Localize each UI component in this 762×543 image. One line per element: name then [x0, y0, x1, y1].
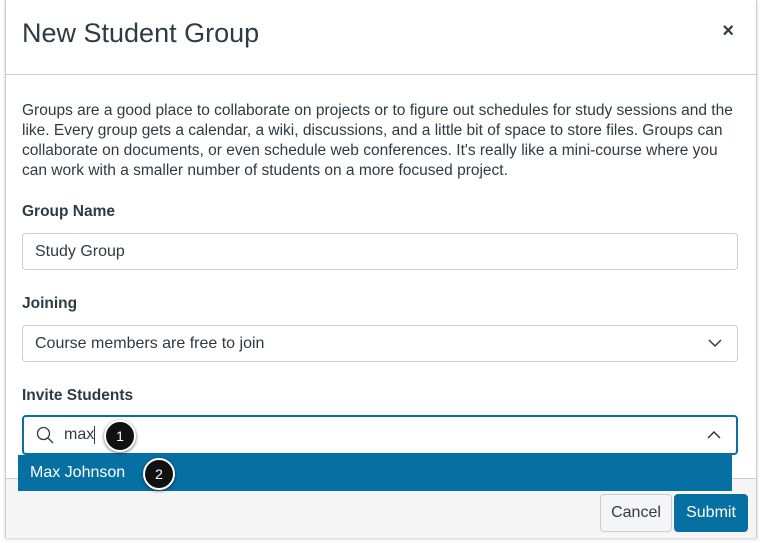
- invite-search-value: max: [64, 426, 95, 443]
- divider: [6, 74, 756, 75]
- group-name-label: Group Name: [22, 203, 116, 220]
- close-icon[interactable]: ×: [722, 20, 734, 43]
- dialog-title: New Student Group: [22, 18, 260, 48]
- invite-students-label: Invite Students: [22, 387, 134, 404]
- joining-value: Course members are free to join: [35, 334, 265, 352]
- group-name-value: Study Group: [35, 242, 125, 260]
- description: Groups are a good place to collaborate o…: [22, 102, 733, 179]
- joining-label: Joining: [22, 295, 78, 312]
- cancel-button[interactable]: Cancel: [600, 494, 672, 532]
- submit-button[interactable]: Submit: [674, 494, 748, 532]
- callout-badge-1: 1: [104, 420, 136, 452]
- suggestion-label: Max Johnson: [30, 464, 126, 481]
- callout-badge-2: 2: [143, 458, 175, 490]
- chevron-up-icon[interactable]: [706, 427, 722, 443]
- text-cursor: [94, 426, 96, 444]
- group-name-input[interactable]: Study Group: [22, 233, 738, 270]
- joining-select[interactable]: Course members are free to join: [22, 325, 738, 362]
- search-icon: [36, 426, 54, 444]
- suggestion-max-johnson[interactable]: Max Johnson: [18, 455, 732, 491]
- chevron-down-icon: [708, 339, 722, 348]
